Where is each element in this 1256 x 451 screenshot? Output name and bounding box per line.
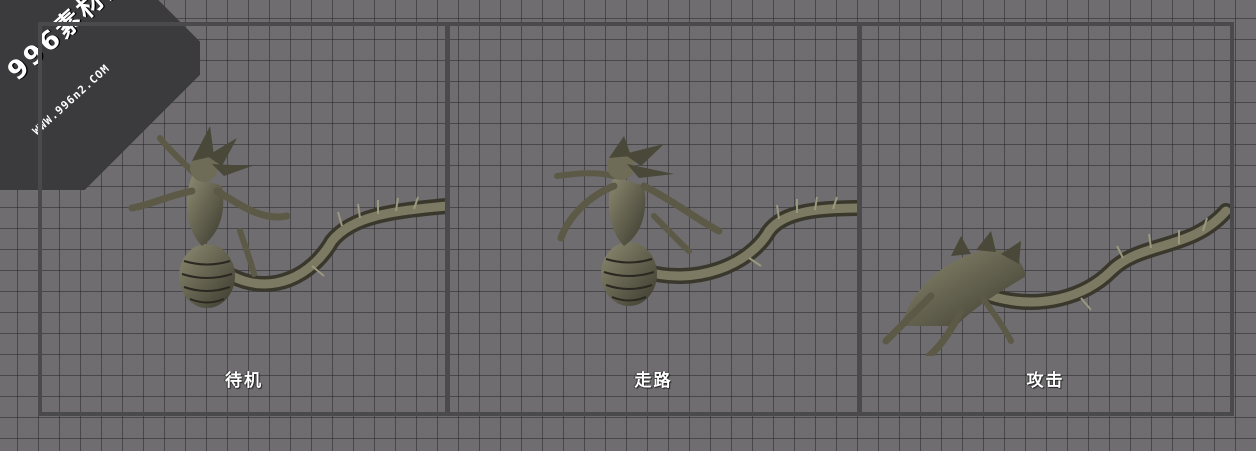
frame-attack: 攻击 [857, 22, 1234, 416]
frame-label-idle: 待机 [225, 371, 263, 391]
frame-label-attack: 攻击 [1026, 371, 1065, 391]
naga-idle-sprite [128, 126, 446, 308]
frame-walk: 走路 [445, 22, 862, 416]
frame-idle: 待机 [38, 22, 450, 416]
naga-walk-sprite [554, 136, 858, 306]
frame-label-walk: 走路 [634, 371, 673, 391]
naga-attack-sprite [882, 203, 1230, 356]
